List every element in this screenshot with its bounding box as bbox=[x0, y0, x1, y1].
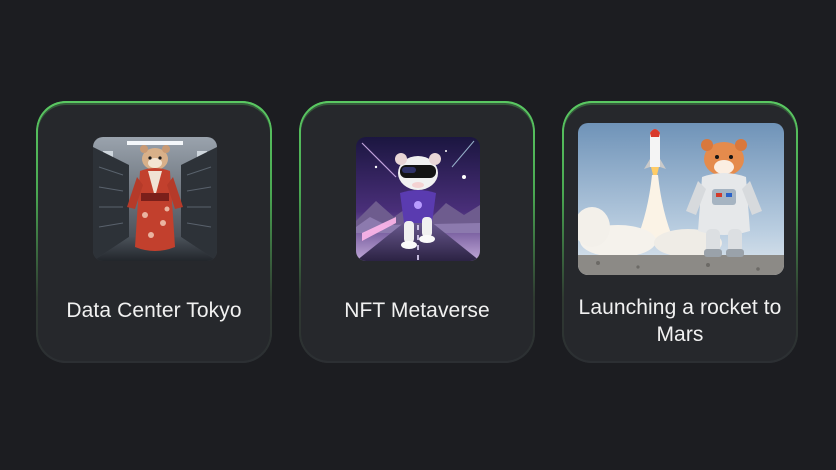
card-image-data-center-tokyo bbox=[93, 137, 217, 261]
card-selector: Data Center Tokyo NFT Metaverse Launchin… bbox=[0, 0, 836, 470]
card-data-center-tokyo[interactable]: Data Center Tokyo bbox=[36, 101, 272, 363]
card-title: NFT Metaverse bbox=[344, 299, 490, 322]
card-launching-rocket[interactable]: Launching a rocket to Mars bbox=[562, 101, 798, 363]
card-title: Launching a rocket to Mars bbox=[578, 296, 782, 346]
card-image-nft-metaverse bbox=[356, 137, 480, 261]
card-image-launching-rocket bbox=[578, 123, 784, 275]
card-nft-metaverse[interactable]: NFT Metaverse bbox=[299, 101, 535, 363]
card-title: Data Center Tokyo bbox=[66, 299, 242, 322]
